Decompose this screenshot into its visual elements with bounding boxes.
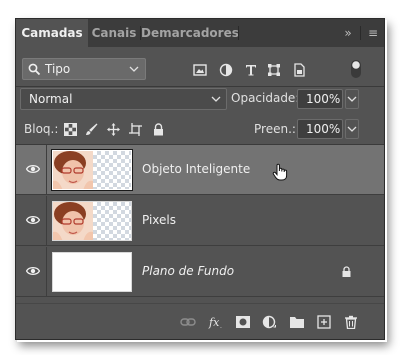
layer-thumbnail[interactable] [51, 149, 133, 191]
lock-artboard-icon[interactable] [129, 123, 142, 136]
lock-position-icon[interactable] [107, 123, 120, 136]
layers-panel: Camadas Canais Demarcadores » ≡ Tipo Nor… [15, 18, 385, 340]
search-icon [28, 63, 41, 76]
lock-transparent-icon[interactable] [64, 123, 77, 136]
blend-mode-value: Normal [29, 92, 73, 106]
layer-thumbnail[interactable] [52, 252, 132, 292]
layer-name[interactable]: Objeto Inteligente [142, 162, 250, 176]
lock-icon[interactable] [341, 266, 352, 278]
chevron-down-icon [347, 96, 357, 102]
layer-row-pixels[interactable]: Pixels [16, 196, 384, 246]
layer-row-plano-de-fundo[interactable]: Plano de Fundo [16, 247, 384, 297]
fx-icon[interactable]: fx . [208, 315, 224, 329]
panel-menu-icon[interactable]: ≡ [365, 19, 381, 47]
svg-text:fx: fx [208, 316, 220, 329]
portrait-thumbnail-image [53, 151, 93, 189]
lock-label: Bloq.: [24, 122, 59, 136]
type-filter-icon[interactable] [244, 63, 258, 77]
tab-demarcadores[interactable]: Demarcadores [141, 19, 239, 47]
chevron-down-icon [211, 96, 221, 102]
blend-mode-select[interactable]: Normal [20, 88, 227, 110]
eye-icon[interactable] [26, 163, 40, 175]
delete-icon[interactable] [343, 315, 359, 329]
column-separator [46, 247, 47, 297]
fill-input[interactable]: 100% [297, 119, 343, 139]
adjustment-filter-icon[interactable] [219, 63, 233, 77]
new-group-icon[interactable] [289, 315, 305, 329]
column-separator [46, 196, 47, 246]
link-layers-icon[interactable] [180, 315, 196, 329]
fill-label: Preen.: [254, 122, 296, 136]
tab-separator [360, 26, 361, 40]
divider [16, 303, 384, 304]
layer-name[interactable]: Plano de Fundo [142, 264, 234, 278]
smart-object-filter-icon[interactable] [292, 63, 306, 77]
filter-kind-select[interactable]: Tipo [22, 58, 146, 80]
new-layer-icon[interactable] [316, 315, 332, 329]
chevron-down-icon [129, 66, 139, 72]
shape-filter-icon[interactable] [267, 63, 281, 77]
hand-cursor-icon [272, 163, 288, 181]
portrait-thumbnail-image [53, 202, 93, 240]
add-mask-icon[interactable] [235, 315, 251, 329]
chevron-down-icon [347, 126, 357, 132]
opacity-input[interactable]: 100% [297, 89, 343, 109]
tab-bar: Camadas Canais Demarcadores » ≡ [16, 19, 384, 47]
tab-camadas[interactable]: Camadas [16, 19, 88, 47]
opacity-slider-button[interactable] [345, 89, 359, 109]
new-adjustment-icon[interactable] [262, 315, 278, 329]
lock-paint-icon[interactable] [85, 123, 98, 136]
column-separator [46, 145, 47, 195]
fill-slider-button[interactable] [345, 119, 359, 139]
tab-canais[interactable]: Canais [88, 19, 140, 47]
layer-row-objeto-inteligente[interactable]: Objeto Inteligente [16, 145, 384, 195]
divider [16, 86, 384, 87]
filter-toggle-icon[interactable] [350, 59, 362, 79]
image-filter-icon[interactable] [193, 63, 207, 77]
tab-separator [238, 26, 239, 40]
svg-text:.: . [220, 323, 222, 329]
filter-kind-label: Tipo [45, 62, 71, 76]
collapse-panel-icon[interactable]: » [340, 19, 356, 47]
opacity-label: Opacidade: [231, 91, 300, 105]
lock-all-icon[interactable] [152, 123, 165, 136]
layer-thumbnail[interactable] [52, 201, 132, 241]
eye-icon[interactable] [26, 265, 40, 277]
layer-name[interactable]: Pixels [142, 213, 176, 227]
eye-icon[interactable] [26, 214, 40, 226]
